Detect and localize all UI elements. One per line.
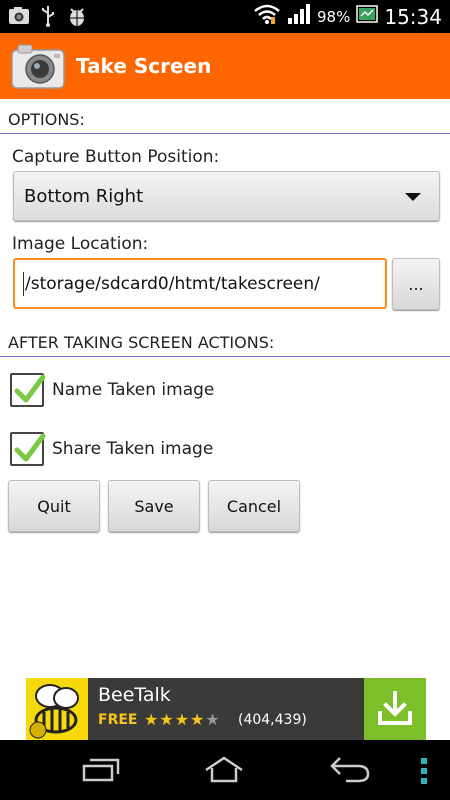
signal-icon [287,3,311,30]
camera-icon [10,42,66,90]
status-bar: 98% 15:34 [0,0,450,33]
ad-rating: ★★★★★ [144,710,221,729]
capture-position-value: Bottom Right [24,185,144,207]
name-image-checkbox[interactable] [10,373,46,407]
save-button[interactable]: Save [108,480,200,532]
battery-percent: 98% [317,7,351,26]
wifi-icon [253,3,281,30]
recent-apps-icon[interactable] [80,754,120,788]
name-image-label: Name Taken image [52,380,215,400]
ad-review-count: (404,439) [238,712,307,728]
image-location-label: Image Location: [12,234,149,254]
battery-icon [356,4,379,29]
share-image-label: Share Taken image [52,439,214,459]
share-image-option[interactable]: Share Taken image [10,432,213,466]
checkmark-icon [14,433,46,462]
browse-button[interactable]: ... [392,258,440,310]
ad-banner[interactable]: BeeTalk FREE ★★★★★ (404,439) [26,678,426,740]
home-icon[interactable] [202,754,246,788]
options-divider [0,133,450,134]
beetalk-icon [26,678,88,740]
clock: 15:34 [384,4,442,29]
checkmark-icon [14,374,46,403]
page-title: Take Screen [76,54,212,78]
text-cursor [23,271,24,296]
capture-position-dropdown[interactable]: Bottom Right [13,171,440,221]
cancel-button[interactable]: Cancel [208,480,300,532]
screenshot-icon [8,6,30,30]
download-icon[interactable] [364,678,426,740]
title-bar: Take Screen [0,33,450,99]
navigation-bar [0,740,450,800]
actions-header: AFTER TAKING SCREEN ACTIONS: [8,333,275,352]
options-header: OPTIONS: [8,110,85,129]
actions-divider [0,356,450,357]
ad-title: BeeTalk [98,684,171,706]
ad-price: FREE [98,712,138,728]
quit-button[interactable]: Quit [8,480,100,532]
dropdown-arrow-icon [405,193,421,201]
usb-icon [40,5,56,31]
menu-icon[interactable] [418,756,430,790]
name-image-option[interactable]: Name Taken image [10,373,214,407]
image-location-input[interactable]: /storage/sdcard0/htmt/takescreen/ [13,258,387,309]
share-image-checkbox[interactable] [10,432,46,466]
capture-position-label: Capture Button Position: [12,147,220,167]
back-icon[interactable] [328,754,372,788]
android-debug-icon [66,5,88,31]
image-location-value: /storage/sdcard0/htmt/takescreen/ [25,273,320,294]
